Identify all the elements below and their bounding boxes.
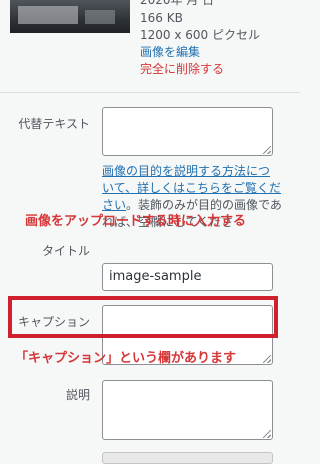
title-field[interactable]: image-sample <box>102 263 273 291</box>
caption-highlight-box <box>8 296 278 338</box>
image-dimensions: 1200 x 600 ピクセル <box>140 28 260 42</box>
delete-permanently-link[interactable]: 完全に削除する <box>140 61 224 78</box>
next-field[interactable] <box>102 452 273 464</box>
image-thumbnail <box>10 0 130 33</box>
file-size: 166 KB <box>140 11 183 25</box>
caption-annotation: 「キャプション」という欄があります <box>15 351 237 366</box>
upload-annotation: 画像をアップロードする時に入力する <box>25 214 247 229</box>
title-label: タイトル <box>41 244 90 258</box>
edit-image-link[interactable]: 画像を編集 <box>140 44 200 61</box>
resize-handle-icon[interactable] <box>263 430 271 438</box>
thumbnail-detail <box>18 6 78 24</box>
description-field[interactable] <box>102 380 273 440</box>
alt-text-label: 代替テキスト <box>18 117 90 131</box>
upload-date: 2020年 月 日 <box>140 0 215 7</box>
section-divider <box>0 92 300 93</box>
resize-handle-icon[interactable] <box>263 146 271 154</box>
description-label: 説明 <box>65 388 90 402</box>
alt-text-field[interactable] <box>102 107 273 156</box>
attachment-details-panel: 2020年 月 日 166 KB 1200 x 600 ピクセル 画像を編集 完… <box>0 0 300 464</box>
thumbnail-detail <box>85 10 115 24</box>
resize-handle-icon[interactable] <box>263 355 271 363</box>
